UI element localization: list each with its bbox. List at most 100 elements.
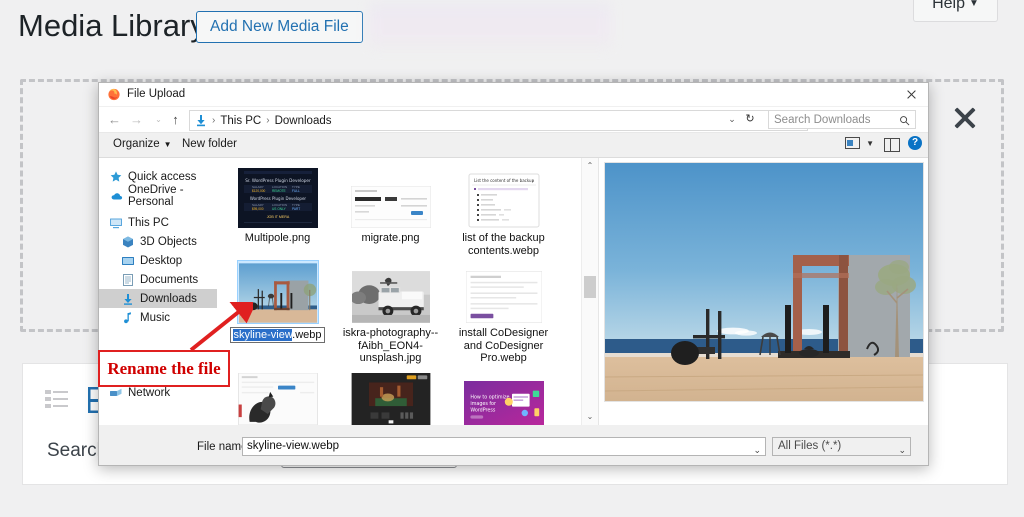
rename-extension-text: .webp [292, 329, 322, 341]
install-doc-thumb [465, 271, 542, 323]
file-tile[interactable]: migrate.png [334, 164, 447, 257]
file-tile[interactable]: iskra-photography--fAibh_EON4-unsplash.j… [334, 257, 447, 365]
change-view-caret-icon[interactable]: ▼ [866, 139, 874, 148]
scroll-up-icon[interactable]: ⌃ [582, 158, 598, 174]
file-name-label: migrate.png [361, 232, 420, 244]
page-title: Media Library [18, 8, 206, 43]
organize-menu-button[interactable]: Organize ▼ [113, 138, 172, 150]
new-folder-button[interactable]: New folder [182, 138, 237, 150]
optimize-images-thumb: How to optimize images for WordPress [463, 380, 544, 425]
breadcrumb-separator-1: › [266, 115, 270, 126]
close-uploader-icon[interactable] [950, 103, 980, 133]
downloads-icon [197, 115, 205, 127]
help-icon[interactable]: ? [908, 136, 922, 150]
file-name-value: skyline-view.webp [247, 440, 340, 452]
sidebar-item-3d-objects[interactable]: 3D Objects [99, 232, 217, 251]
breadcrumb-separator-0: › [212, 115, 216, 126]
scroll-down-icon[interactable]: ⌄ [582, 409, 598, 425]
thumbnail: List the content of the backup × [464, 168, 544, 228]
file-name-label: Multipole.png [244, 232, 311, 244]
file-tile[interactable] [221, 365, 334, 426]
page-header: Media Library Add New Media File Help ▼ [0, 0, 1024, 62]
file-name-input[interactable]: skyline-view.webp ⌄ [242, 437, 766, 456]
svg-text:JOB IT MERA: JOB IT MERA [266, 215, 289, 219]
organize-label: Organize [113, 138, 160, 150]
jeep-photo-thumb [351, 271, 430, 323]
cloud-icon [111, 192, 123, 199]
help-label: Help [932, 0, 965, 12]
file-name-label: list of the backup contents.webp [462, 232, 545, 257]
horse-screenshot-thumb [237, 372, 318, 425]
help-toggle-button[interactable]: Help ▼ [913, 0, 998, 22]
sidebar-label: Quick access [128, 170, 197, 183]
sidebar-label: 3D Objects [140, 235, 197, 248]
add-new-media-file-button[interactable]: Add New Media File [196, 11, 363, 43]
breadcrumb-item-downloads[interactable]: Downloads [275, 115, 332, 127]
sidebar-item-this-pc[interactable]: This PC [99, 213, 217, 232]
desktop-icon [122, 256, 134, 265]
sidebar-item-documents[interactable]: Documents [99, 270, 217, 289]
sidebar-item-desktop[interactable]: Desktop [99, 251, 217, 270]
chevron-down-icon[interactable]: ⌄ [753, 442, 761, 459]
sidebar-item-onedrive[interactable]: OneDrive - Personal [99, 184, 217, 208]
cube-icon [123, 236, 133, 247]
preview-pane [599, 158, 928, 425]
svg-text:FULL: FULL [292, 189, 300, 193]
preview-pane-icon[interactable] [884, 138, 900, 152]
sidebar-label: This PC [128, 216, 169, 229]
file-tile[interactable]: How to optimize images for WordPress [447, 365, 560, 426]
file-upload-dialog: File Upload ← → ⌄ ↑ › This PC › Download… [98, 82, 929, 466]
file-tile[interactable]: install CoDesigner and CoDesigner Pro.we… [447, 257, 560, 365]
red-arrow-icon [189, 302, 253, 352]
monitor-icon [110, 218, 122, 228]
change-view-icon[interactable] [845, 137, 860, 150]
document-icon [123, 273, 133, 286]
breadcrumb-dropdown-icon[interactable]: ⌄ [724, 110, 740, 129]
dialog-titlebar: File Upload [99, 83, 928, 107]
file-list-scrollbar[interactable]: ⌃ ⌄ [581, 158, 598, 425]
sidebar-label: Documents [140, 273, 199, 286]
file-grid: Sr. WordPress Plugin Developer SALARY LO… [217, 158, 598, 425]
up-arrow-icon[interactable]: ↑ [167, 111, 184, 128]
breadcrumb[interactable]: › This PC › Downloads [189, 110, 808, 131]
command-bar: Organize ▼ New folder ▼ ? [99, 133, 928, 158]
sidebar-label: Music [140, 311, 171, 324]
file-type-filter-value: All Files (*.*) [778, 440, 842, 452]
svg-text:How to optimize: How to optimize [470, 394, 509, 400]
address-row: ← → ⌄ ↑ › This PC › Downloads ⌄ ↻ Search… [99, 107, 928, 133]
back-arrow-icon[interactable]: ← [106, 111, 123, 128]
file-name-label: install CoDesigner and CoDesigner Pro.we… [458, 327, 549, 364]
scrollbar-thumb[interactable] [584, 276, 596, 298]
open-button[interactable]: Open [772, 465, 845, 466]
network-icon [110, 388, 122, 396]
preview-image [604, 163, 923, 401]
blurred-notice-banner [369, 2, 611, 48]
cancel-button[interactable]: Cancel [873, 465, 929, 466]
sidebar-label: Desktop [140, 254, 183, 267]
skyline-preview-graphic [604, 163, 923, 401]
dialog-close-icon[interactable] [894, 83, 928, 106]
plugin-dashboard-thumb: Sr. WordPress Plugin Developer SALARY LO… [237, 168, 318, 228]
thumbnail: Sr. WordPress Plugin Developer SALARY LO… [237, 168, 318, 228]
chevron-down-icon[interactable]: ⌄ [898, 442, 906, 459]
thumbnail [237, 369, 318, 425]
file-tile[interactable] [334, 365, 447, 426]
breadcrumb-item-this-pc[interactable]: This PC [220, 115, 261, 127]
search-downloads-placeholder: Search Downloads [774, 114, 871, 126]
list-view-icon[interactable] [39, 382, 75, 418]
file-tile[interactable]: List the content of the backup × list of… [447, 164, 560, 257]
search-downloads-input[interactable]: Search Downloads [768, 110, 916, 129]
backup-list-thumb: List the content of the backup × [468, 173, 539, 228]
svg-text:$120,000: $120,000 [252, 189, 266, 193]
file-type-filter-select[interactable]: All Files (*.*) ⌄ [772, 437, 911, 456]
file-tile[interactable]: Sr. WordPress Plugin Developer SALARY LO… [221, 164, 334, 257]
annotation-text: Rename the file [107, 358, 221, 378]
svg-text:REMOTE: REMOTE [272, 189, 286, 193]
thumbnail [464, 261, 544, 323]
file-list[interactable]: Sr. WordPress Plugin Developer SALARY LO… [217, 158, 599, 425]
forward-arrow-icon[interactable]: → [128, 111, 145, 128]
refresh-icon[interactable]: ↻ [742, 110, 758, 129]
thumbnail: How to optimize images for WordPress [463, 369, 544, 425]
svg-text:WordPress: WordPress [470, 407, 495, 413]
recent-locations-icon[interactable]: ⌄ [150, 111, 167, 128]
